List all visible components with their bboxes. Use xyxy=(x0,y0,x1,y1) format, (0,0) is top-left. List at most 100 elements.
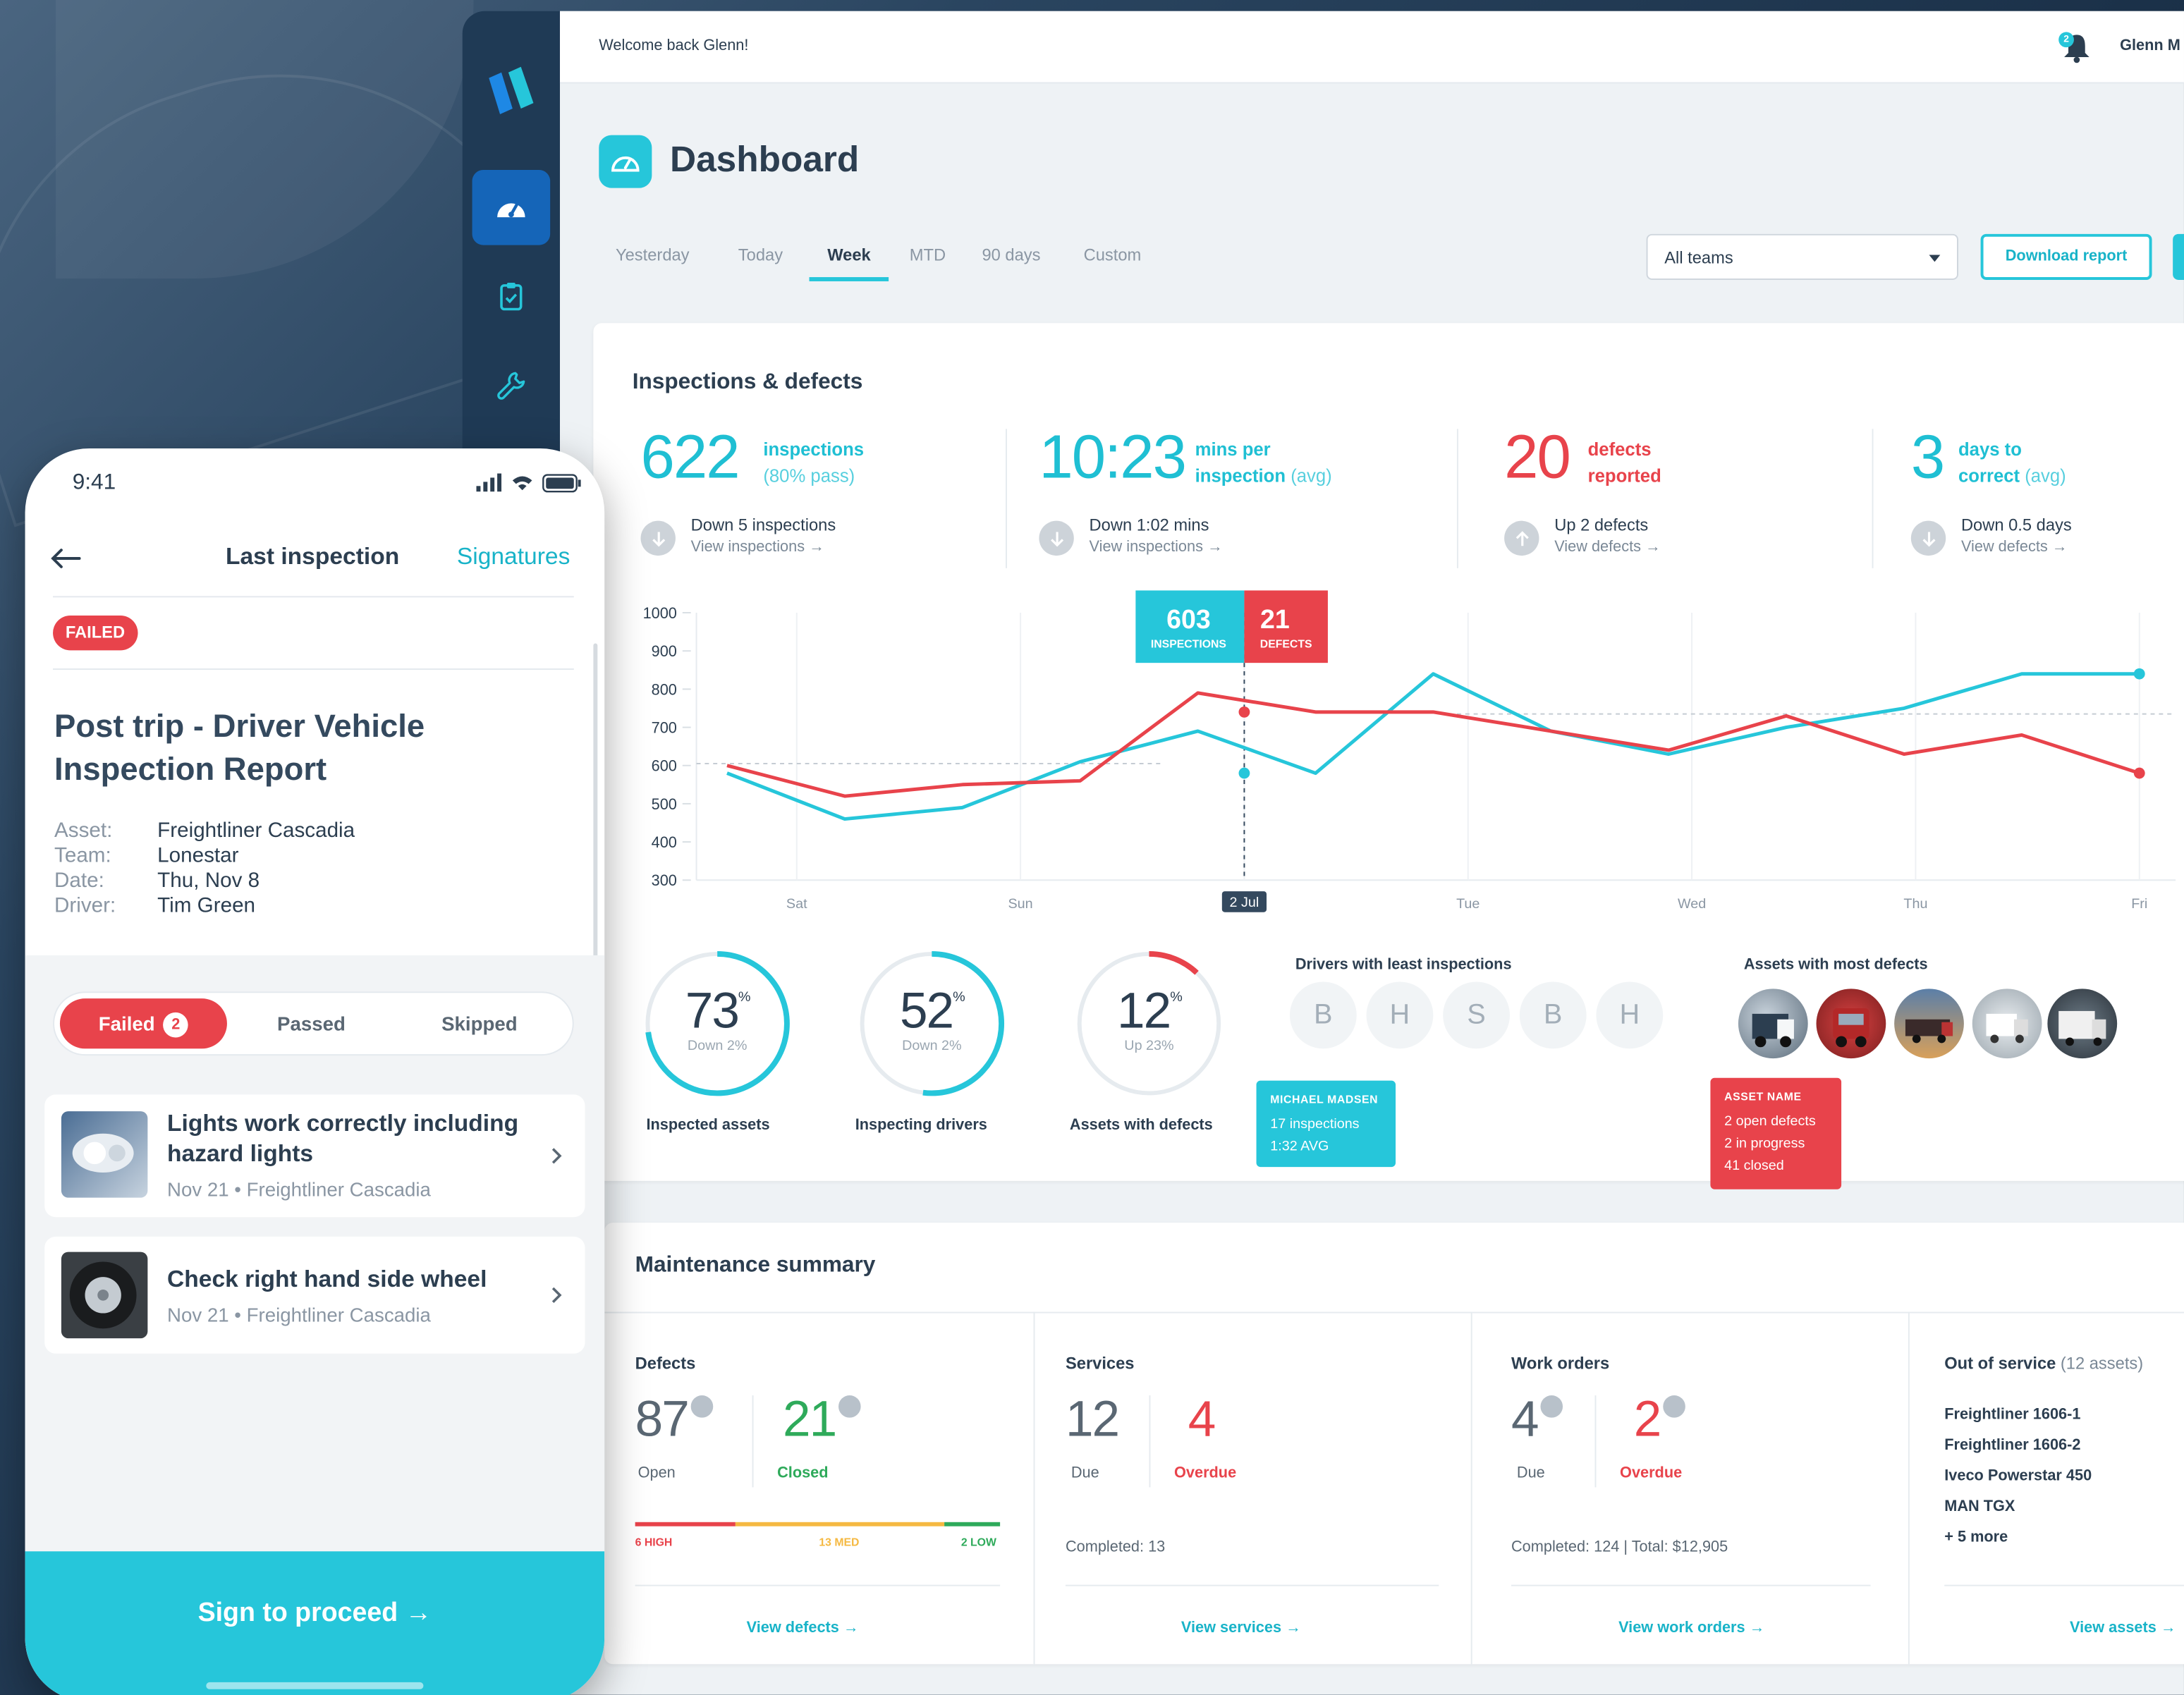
divider xyxy=(1065,1584,1439,1586)
segment-skipped[interactable]: Skipped xyxy=(441,998,518,1048)
divider xyxy=(1149,1395,1151,1488)
scrollbar[interactable] xyxy=(593,643,598,961)
segment-passed[interactable]: Passed xyxy=(277,998,346,1048)
y-tick-label: 400 xyxy=(652,833,677,851)
severity-high: 6 HIGH xyxy=(635,1536,673,1549)
asset-photo[interactable] xyxy=(1816,989,1886,1059)
y-tick-label: 900 xyxy=(652,642,677,660)
x-tick-label: Sat xyxy=(786,896,807,912)
view-work-orders-link[interactable]: View work orders → xyxy=(1618,1620,1764,1636)
list-item[interactable]: Check right hand side wheel Nov 21 • Fre… xyxy=(44,1236,585,1354)
out-of-service-title: Out of service (12 assets) xyxy=(1944,1353,2144,1373)
tab-week[interactable]: Week xyxy=(809,245,889,281)
more-link[interactable]: + 5 more xyxy=(1944,1522,2092,1553)
driver-avatar[interactable]: H xyxy=(1596,981,1664,1049)
tab-mtd[interactable]: MTD xyxy=(910,245,946,277)
asset-photo[interactable] xyxy=(2047,989,2118,1059)
stat-value: 622 xyxy=(640,423,740,492)
view-services-link[interactable]: View services → xyxy=(1181,1620,1301,1636)
view-defects-link[interactable]: View defects → xyxy=(1554,539,1661,556)
stat-change: Down 1:02 mins xyxy=(1089,515,1209,535)
asset-photo[interactable] xyxy=(1972,989,2042,1059)
tab-custom[interactable]: Custom xyxy=(1084,245,1142,277)
back-arrow-icon[interactable] xyxy=(50,547,81,570)
date-value: Thu, Nov 8 xyxy=(157,869,260,893)
services-due-label: Due xyxy=(1070,1464,1099,1482)
item-title: Check right hand side wheel xyxy=(167,1266,487,1292)
ring-change: Down 2% xyxy=(687,1039,748,1055)
x-tick-label: Tue xyxy=(1456,896,1480,912)
view-assets-link[interactable]: View assets → xyxy=(2070,1620,2176,1636)
series-point xyxy=(1238,706,1250,718)
tooltip-inspections-label: INSPECTIONS xyxy=(1151,638,1226,650)
view-inspections-link[interactable]: View inspections → xyxy=(1090,539,1223,556)
sign-to-proceed-label: Sign to proceed → xyxy=(197,1598,432,1628)
driver-avatar[interactable]: B xyxy=(1289,981,1357,1049)
arrow-down-icon xyxy=(1039,520,1074,556)
ring-assets-with-defects: 12% Up 23% xyxy=(1073,947,1226,1100)
app-logo[interactable] xyxy=(484,64,537,120)
driver-avatar[interactable]: S xyxy=(1443,981,1511,1049)
view-defects-link[interactable]: View defects → xyxy=(1961,539,2068,556)
y-tick-label: 700 xyxy=(652,718,677,736)
mobile-phone: 9:41 Last inspection Signatures FAILED P… xyxy=(25,448,605,1695)
list-item[interactable]: Iveco Powerstar 450 xyxy=(1944,1461,2092,1491)
team-select[interactable]: All teams xyxy=(1646,233,1958,280)
maintenance-card: Maintenance summary Defects 87 Open 21 C… xyxy=(604,1223,2184,1665)
work-orders-due-count: 4 xyxy=(1511,1390,1563,1448)
sign-to-proceed-button[interactable]: Sign to proceed → xyxy=(25,1551,605,1695)
ring-value: 52 xyxy=(899,981,954,1039)
notification-badge: 2 xyxy=(2058,32,2074,48)
view-inspections-link[interactable]: View inspections → xyxy=(691,539,824,556)
defects-open-count: 87 xyxy=(635,1390,714,1448)
maintenance-title: Maintenance summary xyxy=(635,1253,876,1278)
headlight-thumbnail xyxy=(61,1111,148,1198)
stat-change: Up 2 defects xyxy=(1554,515,1649,535)
arrow-down-icon xyxy=(640,520,676,556)
user-name[interactable]: Glenn M xyxy=(2120,37,2180,54)
ring-change: Down 2% xyxy=(902,1039,962,1055)
extra-action-button[interactable] xyxy=(2173,233,2184,280)
download-report-button[interactable]: Download report xyxy=(1980,233,2152,280)
asset-photo[interactable] xyxy=(1894,989,1964,1059)
severity-bar-med xyxy=(735,1522,945,1526)
tab-90-days[interactable]: 90 days xyxy=(982,245,1040,277)
nav-maintenance[interactable] xyxy=(472,348,551,424)
defects-open-label: Open xyxy=(637,1464,676,1482)
info-icon xyxy=(690,1395,714,1418)
nav-dashboard[interactable] xyxy=(472,169,551,245)
wrench-icon xyxy=(497,372,525,400)
x-tick-label: 2 Jul xyxy=(1230,895,1259,910)
defects-column: Defects 87 Open 21 Closed 6 HIGH 13 MED … xyxy=(635,1320,1004,1661)
driver-avatar[interactable]: H xyxy=(1366,981,1434,1049)
info-icon xyxy=(1540,1395,1563,1418)
inspections-title: Inspections & defects xyxy=(632,370,863,394)
divider xyxy=(1006,429,1007,568)
ring-change: Up 23% xyxy=(1124,1039,1174,1055)
severity-bar-low xyxy=(944,1522,1001,1526)
assets-title: Assets with most defects xyxy=(1743,956,1928,974)
list-item[interactable]: Lights work correctly including hazard l… xyxy=(44,1094,585,1218)
phone-header: Last inspection Signatures xyxy=(25,521,605,596)
stat-value: 20 xyxy=(1504,423,1571,492)
list-item[interactable]: MAN TGX xyxy=(1944,1491,2092,1522)
view-defects-link[interactable]: View defects → xyxy=(747,1620,859,1636)
tab-yesterday[interactable]: Yesterday xyxy=(616,245,690,277)
nav-inspections[interactable] xyxy=(472,259,551,334)
signatures-link[interactable]: Signatures xyxy=(457,543,571,571)
item-subtitle: Nov 21 • Freightliner Cascadia xyxy=(167,1303,431,1326)
welcome-text: Welcome back Glenn! xyxy=(599,37,749,55)
work-orders-title: Work orders xyxy=(1511,1353,1610,1373)
tab-today[interactable]: Today xyxy=(738,245,783,277)
list-item[interactable]: Freightliner 1606-2 xyxy=(1944,1430,2092,1460)
out-of-service-list: Freightliner 1606-1 Freightliner 1606-2 … xyxy=(1944,1400,2092,1553)
list-item[interactable]: Freightliner 1606-1 xyxy=(1944,1400,2092,1430)
driver-avatar[interactable]: B xyxy=(1519,981,1587,1049)
clipboard-check-icon xyxy=(500,282,523,311)
inspections-card: Inspections & defects 622 inspections (80… xyxy=(593,323,2184,1189)
asset-photo[interactable] xyxy=(1738,989,1808,1059)
driver-value: Tim Green xyxy=(157,894,256,918)
divider xyxy=(1908,1311,1910,1665)
stat-label: mins per inspection (avg) xyxy=(1195,439,1332,487)
segment-failed[interactable]: Failed 2 xyxy=(59,998,227,1049)
